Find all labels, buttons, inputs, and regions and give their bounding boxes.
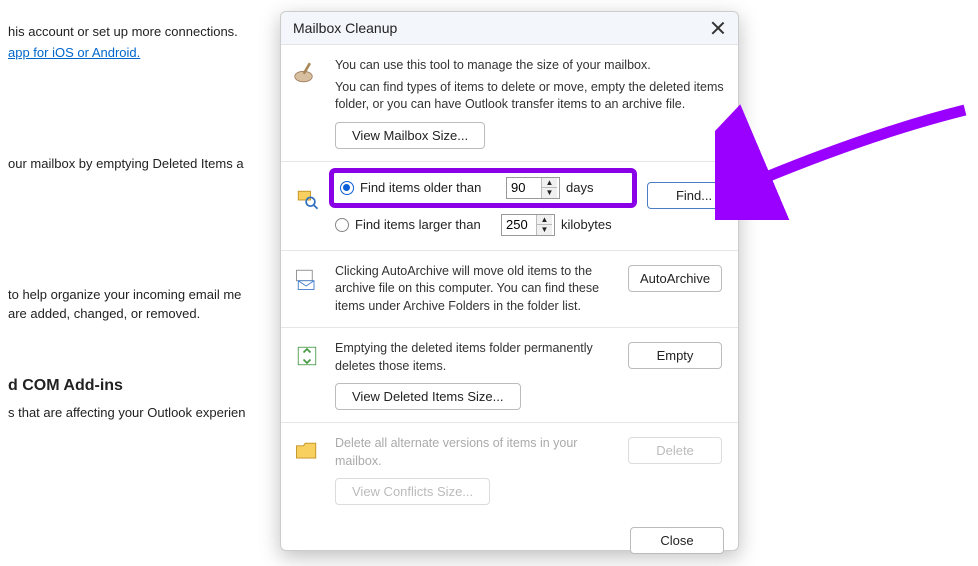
- larger-unit: kilobytes: [561, 217, 621, 232]
- archive-icon: [289, 263, 325, 316]
- bg-text: our mailbox by emptying Deleted Items a: [8, 156, 310, 171]
- intro-line1: You can use this tool to manage the size…: [335, 57, 726, 75]
- find-button-col: Find...: [647, 168, 745, 240]
- recycle-icon: [289, 340, 325, 410]
- autoarchive-button[interactable]: AutoArchive: [628, 265, 722, 292]
- close-icon[interactable]: [710, 20, 726, 36]
- bg-text: his account or set up more connections.: [8, 24, 310, 39]
- older-unit: days: [566, 180, 626, 195]
- view-mailbox-size-button[interactable]: View Mailbox Size...: [335, 122, 485, 149]
- autoarchive-text: Clicking AutoArchive will move old items…: [335, 263, 618, 316]
- empty-button[interactable]: Empty: [628, 342, 722, 369]
- bg-text: to help organize your incoming email me: [8, 287, 310, 302]
- bg-text: are added, changed, or removed.: [8, 306, 310, 321]
- find-button[interactable]: Find...: [647, 182, 741, 209]
- spin-up-icon[interactable]: ▲: [542, 178, 557, 189]
- empty-text: Emptying the deleted items folder perman…: [335, 340, 618, 375]
- broom-icon: [289, 57, 325, 149]
- view-deleted-size-button[interactable]: View Deleted Items Size...: [335, 383, 521, 410]
- older-days-spinbox[interactable]: ▲ ▼: [506, 177, 560, 199]
- close-button[interactable]: Close: [630, 527, 724, 554]
- find-larger-label: Find items larger than: [355, 217, 495, 232]
- larger-kb-input[interactable]: [502, 215, 536, 234]
- bg-heading: d COM Add-ins: [8, 377, 310, 395]
- bg-link-line: app for iOS or Android.: [8, 45, 310, 60]
- empty-section: Emptying the deleted items folder perman…: [281, 328, 738, 423]
- find-section: Find items older than ▲ ▼ days Find item…: [281, 162, 738, 251]
- view-conflicts-size-button: View Conflicts Size...: [335, 478, 490, 505]
- intro-section: You can use this tool to manage the size…: [281, 45, 738, 162]
- find-older-label: Find items older than: [360, 180, 500, 195]
- spin-up-icon[interactable]: ▲: [537, 215, 552, 226]
- delete-button: Delete: [628, 437, 722, 464]
- spin-down-icon[interactable]: ▼: [537, 225, 552, 235]
- intro-text: You can use this tool to manage the size…: [335, 57, 726, 149]
- folder-icon: [289, 435, 325, 505]
- dialog-title: Mailbox Cleanup: [293, 20, 397, 36]
- bg-text: s that are affecting your Outlook experi…: [8, 405, 310, 420]
- annotation-arrow: [715, 90, 978, 220]
- find-older-row: Find items older than ▲ ▼ days: [329, 168, 637, 208]
- conflicts-text: Delete all alternate versions of items i…: [335, 435, 618, 470]
- autoarchive-section: Clicking AutoArchive will move old items…: [281, 251, 738, 329]
- conflicts-text-col: Delete all alternate versions of items i…: [335, 435, 618, 505]
- dialog-footer: Close: [281, 517, 738, 564]
- dialog-body: You can use this tool to manage the size…: [281, 45, 738, 517]
- larger-kb-spinbox[interactable]: ▲ ▼: [501, 214, 555, 236]
- older-days-input[interactable]: [507, 178, 541, 197]
- find-options: Find items older than ▲ ▼ days Find item…: [335, 168, 637, 240]
- find-older-radio[interactable]: [340, 181, 354, 195]
- search-tools-icon: [289, 168, 325, 240]
- dialog-titlebar: Mailbox Cleanup: [281, 12, 738, 45]
- conflicts-section: Delete all alternate versions of items i…: [281, 423, 738, 517]
- find-larger-row: Find items larger than ▲ ▼ kilobytes: [335, 210, 637, 240]
- empty-text-col: Emptying the deleted items folder perman…: [335, 340, 618, 410]
- spin-down-icon[interactable]: ▼: [542, 188, 557, 198]
- background-content: his account or set up more connections. …: [0, 0, 310, 566]
- mailbox-cleanup-dialog: Mailbox Cleanup You can use this tool to…: [280, 11, 739, 551]
- find-larger-radio[interactable]: [335, 218, 349, 232]
- intro-line2: You can find types of items to delete or…: [335, 79, 726, 114]
- app-link[interactable]: app for iOS or Android.: [8, 45, 140, 60]
